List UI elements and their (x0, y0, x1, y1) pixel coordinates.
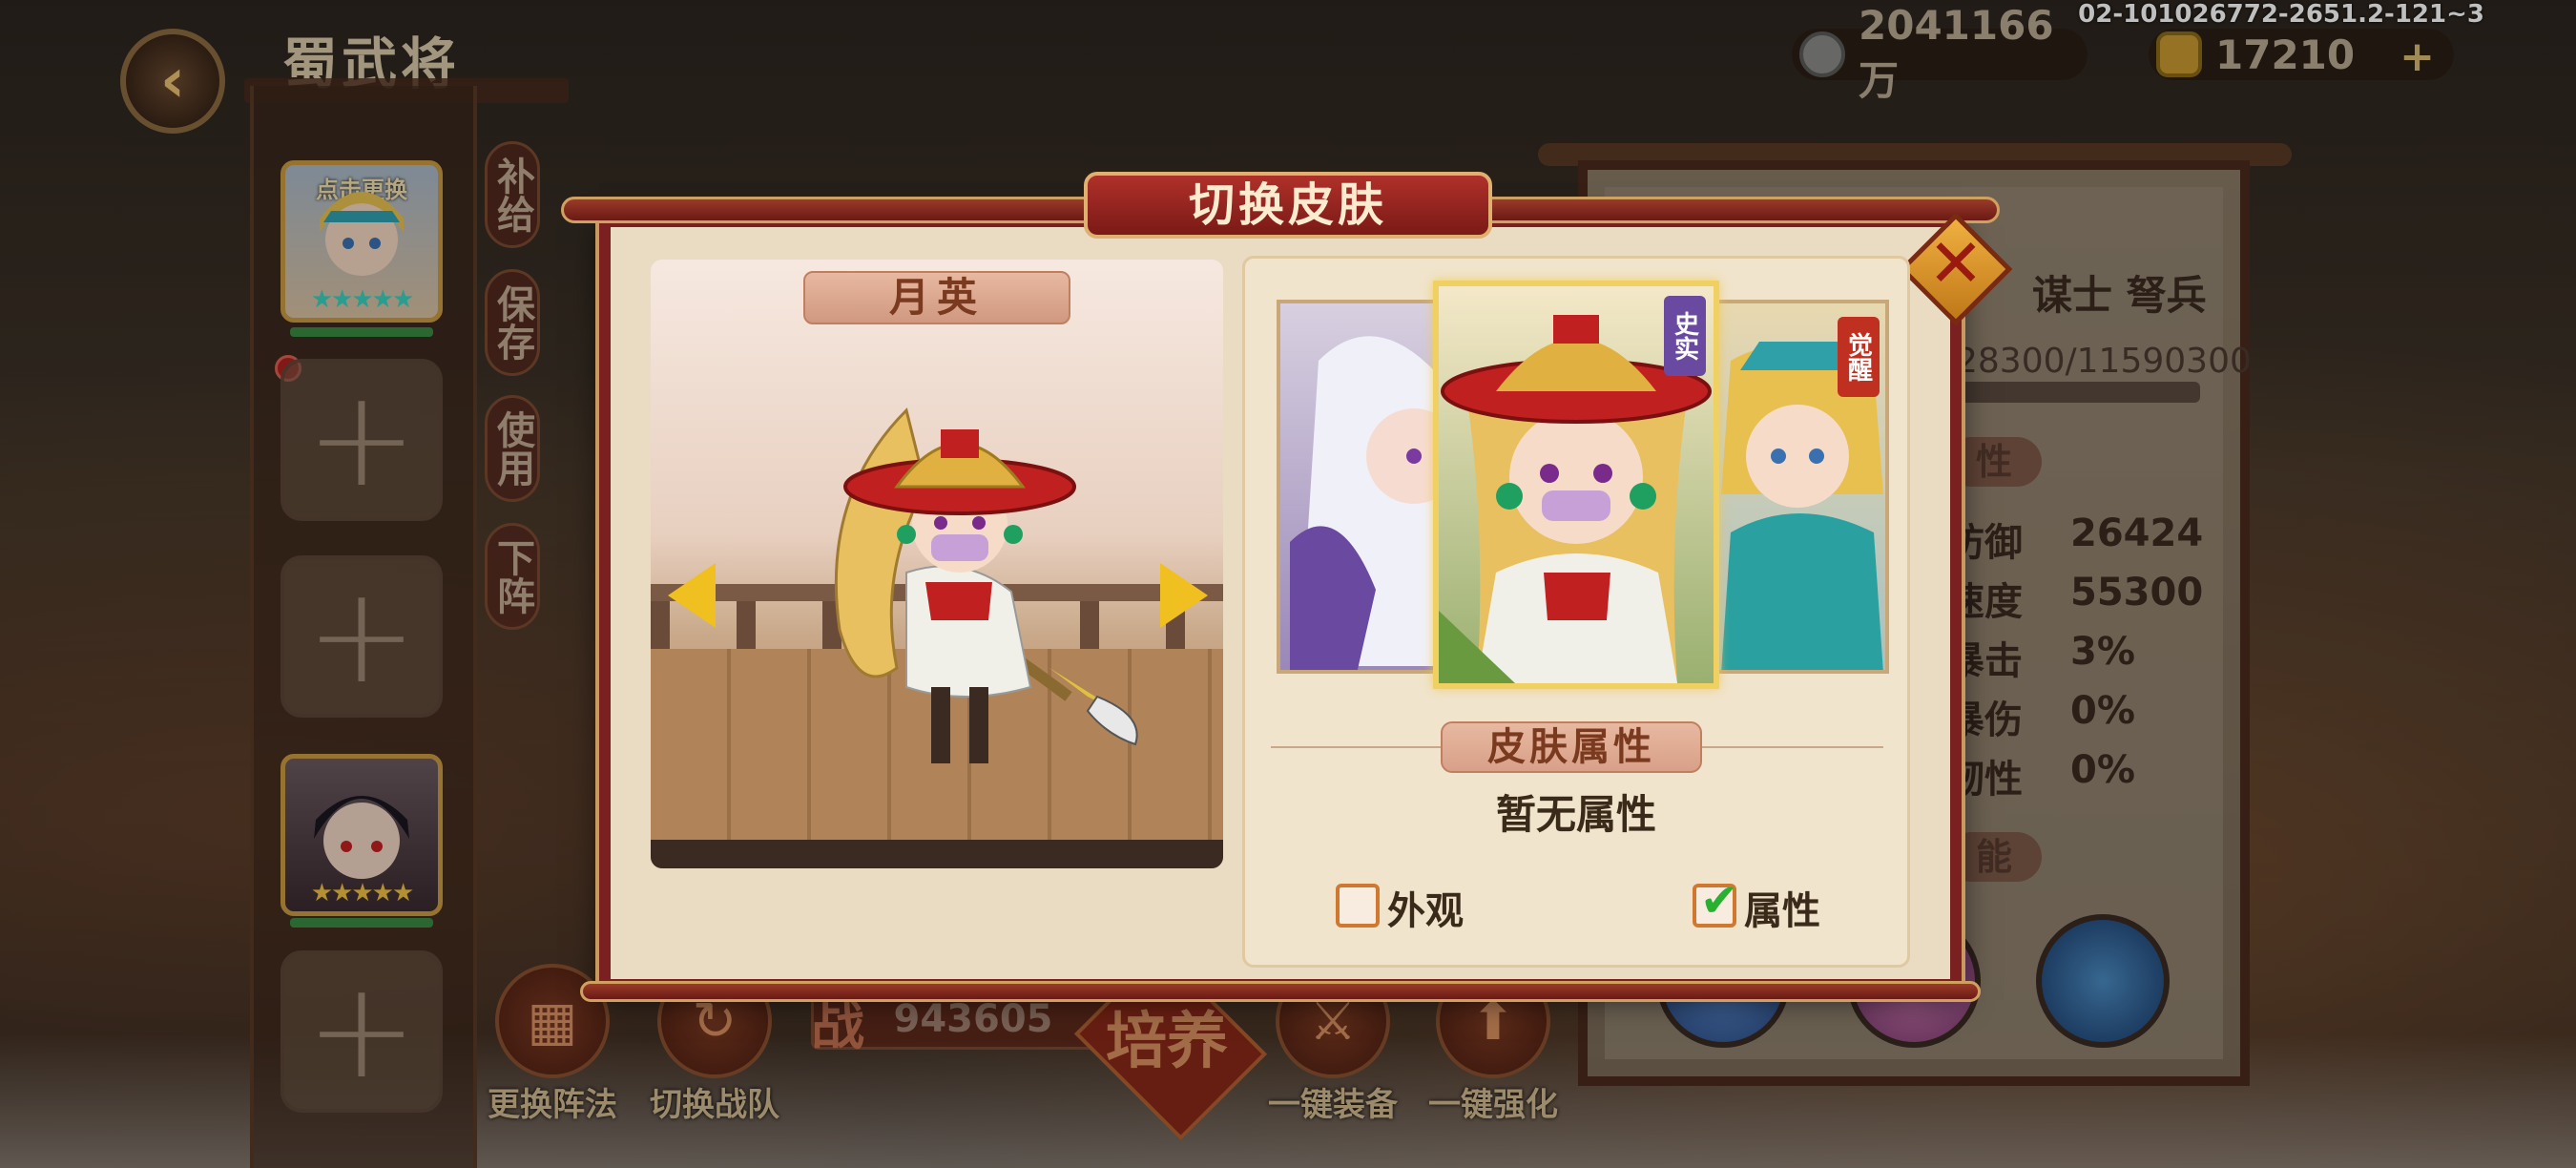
appearance-label[interactable]: 外观 (1387, 880, 1464, 935)
dialog-bottom-rail (580, 981, 1981, 1002)
preview-base (651, 840, 1223, 868)
attr-divider-left (1271, 746, 1443, 748)
skin-card-1[interactable] (1277, 300, 1458, 674)
skin-card-1-art (1290, 336, 1454, 670)
close-icon: ✕ (1927, 224, 1984, 302)
skin-card-selected[interactable]: 史实 (1433, 281, 1719, 689)
skin-attributes-title: 皮肤属性 (1441, 721, 1702, 773)
attr-divider-right (1702, 746, 1883, 748)
check-icon: ✔ (1700, 874, 1739, 928)
skin-character-figure (834, 407, 1138, 763)
skin-name: 月英 (803, 271, 1070, 324)
attribute-label[interactable]: 属性 (1744, 880, 1820, 935)
dialog-title: 切换皮肤 (1084, 172, 1492, 239)
next-skin-arrow-icon[interactable] (1160, 563, 1208, 628)
appearance-checkbox[interactable] (1336, 884, 1380, 928)
attribute-checkbox[interactable]: ✔ (1693, 874, 1738, 928)
skin-awaken-badge: 觉醒 (1838, 317, 1880, 397)
previous-skin-arrow-icon[interactable] (668, 563, 716, 628)
skin-card-3[interactable]: 觉醒 (1708, 300, 1889, 674)
skin-history-badge: 史实 (1664, 296, 1706, 376)
no-attributes-text: 暂无属性 (1495, 791, 1656, 838)
